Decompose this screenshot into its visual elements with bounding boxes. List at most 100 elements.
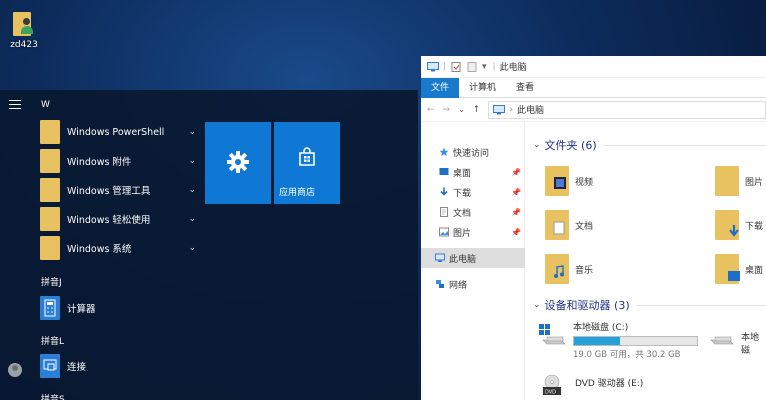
group-header-w[interactable]: W bbox=[41, 100, 50, 110]
nav-label: 快速访问 bbox=[453, 148, 490, 159]
quick-access-dropdown-icon[interactable]: ▾ bbox=[482, 62, 487, 72]
app-label: Windows 系统 bbox=[67, 244, 132, 255]
pictures-folder-icon bbox=[715, 166, 739, 196]
dvd-drive-icon: DVD bbox=[539, 372, 569, 398]
group-header-l[interactable]: 拼音L bbox=[41, 334, 64, 347]
up-arrow-icon[interactable]: ↑ bbox=[473, 105, 481, 115]
navigation-pane: 快速访问 桌面 📌 下载 📌 文档 📌 图片 📌 此电脑 网络 bbox=[421, 122, 525, 400]
picture-icon bbox=[439, 227, 449, 237]
nav-item-quick-access[interactable]: 快速访问 bbox=[421, 142, 525, 162]
devices-header-label: 设备和驱动器 (3) bbox=[544, 299, 630, 312]
store-tile-label: 应用商店 bbox=[279, 188, 316, 198]
title-bar[interactable]: | ▾ | 此电脑 bbox=[421, 56, 766, 78]
nav-label: 图片 bbox=[453, 228, 472, 239]
drive-name: DVD 驱动器 (E:) bbox=[575, 379, 644, 389]
nav-label: 桌面 bbox=[453, 168, 472, 179]
devices-section-header[interactable]: ⌄ 设备和驱动器 (3) bbox=[529, 296, 766, 314]
nav-item-network[interactable]: 网络 bbox=[421, 274, 525, 294]
address-path-text: 此电脑 bbox=[516, 106, 544, 116]
chevron-down-icon[interactable]: ⌄ bbox=[188, 243, 196, 253]
desktop-user-folder-icon[interactable]: zd423 bbox=[6, 8, 42, 50]
folder-label: 下载 bbox=[745, 221, 764, 232]
chevron-down-icon[interactable]: ⌄ bbox=[533, 140, 541, 150]
drive-e[interactable]: DVD DVD 驱动器 (E:) bbox=[539, 372, 643, 398]
tab-computer[interactable]: 计算机 bbox=[459, 78, 506, 98]
settings-tile[interactable] bbox=[205, 122, 271, 204]
nav-label: 此电脑 bbox=[449, 254, 477, 265]
network-icon bbox=[436, 280, 444, 288]
user-avatar-icon[interactable] bbox=[8, 363, 22, 377]
folder-desktop[interactable]: 桌面 bbox=[715, 254, 763, 284]
folder-icon bbox=[40, 120, 60, 144]
app-windows-system[interactable]: Windows 系统 ⌄ bbox=[40, 235, 196, 261]
videos-folder-icon bbox=[545, 166, 569, 196]
chevron-right-icon[interactable]: › bbox=[509, 105, 513, 115]
chevron-down-icon[interactable]: ⌄ bbox=[188, 156, 196, 166]
properties-icon[interactable] bbox=[450, 61, 462, 72]
new-folder-icon[interactable] bbox=[466, 61, 478, 72]
app-windows-accessories[interactable]: Windows 附件 ⌄ bbox=[40, 148, 196, 174]
app-windows-admin-tools[interactable]: Windows 管理工具 ⌄ bbox=[40, 177, 196, 203]
app-windows-ease-of-access[interactable]: Windows 轻松使用 ⌄ bbox=[40, 206, 196, 232]
star-icon bbox=[439, 147, 449, 157]
drive-d[interactable]: 本地磁 bbox=[709, 330, 766, 356]
app-calculator[interactable]: 计算器 bbox=[40, 295, 196, 321]
music-folder-icon bbox=[545, 254, 569, 284]
tab-file[interactable]: 文件 bbox=[421, 77, 459, 98]
folder-downloads[interactable]: 下载 bbox=[715, 210, 763, 240]
folder-icon bbox=[40, 178, 60, 202]
nav-item-downloads[interactable]: 下载 📌 bbox=[421, 182, 525, 202]
folder-label: 音乐 bbox=[575, 265, 594, 276]
pin-icon[interactable]: 📌 bbox=[511, 168, 521, 177]
downloads-folder-icon bbox=[715, 210, 739, 240]
file-explorer-window: | ▾ | 此电脑 文件 计算机 查看 ← → ⌄ ↑ › 此电脑 快速访问 桌… bbox=[421, 56, 766, 400]
drive-c[interactable]: 本地磁盘 (C:) 19.0 GB 可用，共 30.2 GB bbox=[537, 320, 698, 360]
svg-text:DVD: DVD bbox=[545, 390, 556, 396]
pin-icon[interactable]: 📌 bbox=[511, 208, 521, 217]
folder-music[interactable]: 音乐 bbox=[545, 254, 593, 284]
folder-pictures[interactable]: 图片 bbox=[715, 166, 763, 196]
recent-dropdown-icon[interactable]: ⌄ bbox=[458, 105, 465, 114]
nav-item-documents[interactable]: 文档 📌 bbox=[421, 202, 525, 222]
start-rail bbox=[0, 90, 30, 400]
documents-folder-icon bbox=[545, 210, 569, 240]
separator: | bbox=[492, 61, 496, 72]
chevron-down-icon[interactable]: ⌄ bbox=[188, 214, 196, 224]
start-menu: W Windows PowerShell ⌄ Windows 附件 ⌄ Wind… bbox=[0, 90, 418, 400]
folder-videos[interactable]: 视频 bbox=[545, 166, 593, 196]
folder-documents[interactable]: 文档 bbox=[545, 210, 593, 240]
pin-icon[interactable]: 📌 bbox=[511, 188, 521, 197]
app-connect[interactable]: 连接 bbox=[40, 353, 196, 379]
address-path[interactable]: › 此电脑 bbox=[488, 100, 766, 119]
hamburger-menu-icon[interactable] bbox=[9, 100, 21, 112]
folders-section-header[interactable]: ⌄ 文件夹 (6) bbox=[529, 136, 766, 154]
group-header-s[interactable]: 拼音S bbox=[41, 392, 65, 400]
nav-item-this-pc[interactable]: 此电脑 bbox=[421, 248, 525, 268]
store-bag-icon bbox=[299, 147, 315, 166]
nav-item-desktop[interactable]: 桌面 📌 bbox=[421, 162, 525, 182]
nav-item-pictures[interactable]: 图片 📌 bbox=[421, 222, 525, 242]
forward-arrow-icon[interactable]: → bbox=[443, 105, 451, 115]
ribbon: 文件 计算机 查看 bbox=[421, 77, 766, 98]
app-label: Windows 轻松使用 bbox=[67, 215, 151, 226]
drive-name: 本地磁盘 (C:) bbox=[573, 323, 629, 333]
gear-icon bbox=[227, 151, 249, 173]
store-tile[interactable]: 应用商店 bbox=[274, 122, 340, 204]
folder-label: 文档 bbox=[575, 221, 594, 232]
chevron-down-icon[interactable]: ⌄ bbox=[188, 127, 196, 137]
windows-drive-icon bbox=[537, 320, 567, 346]
chevron-down-icon[interactable]: ⌄ bbox=[188, 185, 196, 195]
nav-label: 文档 bbox=[453, 208, 472, 219]
drive-usage-bar bbox=[573, 336, 698, 346]
chevron-down-icon[interactable]: ⌄ bbox=[533, 300, 541, 310]
pin-icon[interactable]: 📌 bbox=[511, 228, 521, 237]
tab-view[interactable]: 查看 bbox=[506, 78, 544, 98]
nav-label: 网络 bbox=[449, 280, 468, 291]
back-arrow-icon[interactable]: ← bbox=[427, 105, 435, 115]
hard-drive-icon bbox=[709, 330, 735, 350]
group-header-j[interactable]: 拼音J bbox=[41, 275, 62, 288]
connect-icon bbox=[40, 354, 60, 378]
folder-label: 图片 bbox=[745, 177, 764, 188]
download-arrow-icon bbox=[440, 187, 448, 196]
app-windows-powershell[interactable]: Windows PowerShell ⌄ bbox=[40, 119, 196, 145]
